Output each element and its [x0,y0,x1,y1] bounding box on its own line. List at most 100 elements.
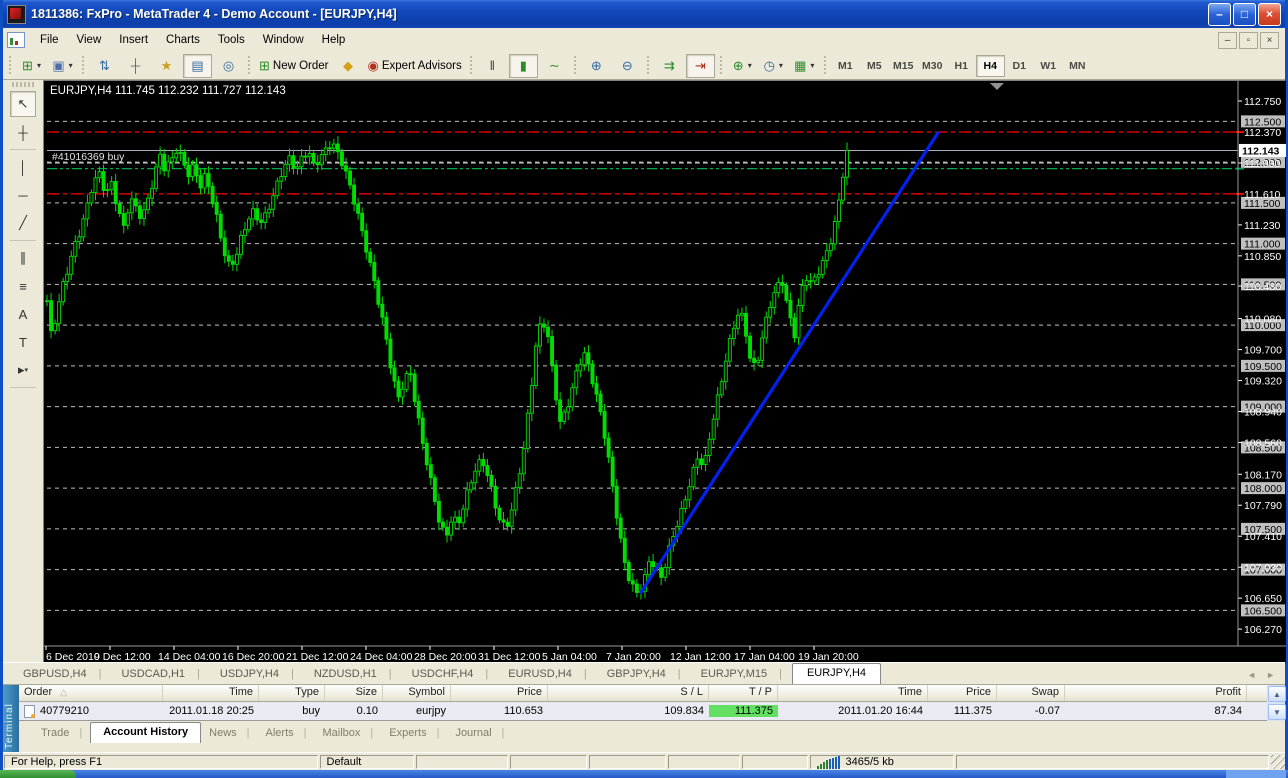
price-tick-label: 111.990 [1244,158,1281,170]
column-header-order[interactable]: Order△ [19,685,163,701]
column-header-price[interactable]: Price [928,685,997,701]
windows-taskbar[interactable] [0,770,1288,778]
timeframe-m1-button[interactable]: M1 [831,55,860,77]
scroll-up-icon[interactable]: ▲ [1268,686,1286,702]
menu-item-window[interactable]: Window [254,31,313,49]
tab-scroll-right-icon[interactable]: ► [1266,670,1275,680]
terminal-tab-alerts[interactable]: Alerts| [258,724,315,743]
column-header-size[interactable]: Size [325,685,383,701]
templates-button[interactable]: ▦▾ [790,54,819,78]
toolbar-grip [469,56,474,76]
timeframe-h4-button[interactable]: H4 [976,55,1005,77]
timeframe-m30-button[interactable]: M30 [918,55,947,77]
menu-item-insert[interactable]: Insert [110,31,157,49]
chart-tab-usdjpyh4[interactable]: USDJPY,H4| [210,665,304,684]
history-table-row[interactable]: 407792102011.01.18 20:25buy0.10eurjpy110… [19,702,1267,721]
profiles-button[interactable]: ▣▾ [48,54,77,78]
timeframe-d1-button[interactable]: D1 [1005,55,1034,77]
chart-tab-eurjpym15[interactable]: EURJPY,M15| [691,665,792,684]
column-header-tp[interactable]: T / P [709,685,778,701]
chart-tab-nzdusdh1[interactable]: NZDUSD,H1| [304,665,402,684]
crosshair-tool-button[interactable]: ┼ [10,119,36,145]
tab-separator: | [291,668,294,680]
tab-scroll-left-icon[interactable]: ◄ [1247,670,1256,680]
terminal-scrollbar[interactable]: ▲ ▼ [1267,685,1285,721]
market-watch-button[interactable]: ⇅ [90,54,119,78]
maximize-button[interactable]: □ [1233,3,1256,26]
data-window-button[interactable]: ┼ [121,54,150,78]
chart-tab-usdcadh1[interactable]: USDCAD,H1| [111,665,209,684]
ohlc-info: EURJPY,H4 111.745 112.232 111.727 112.14… [50,85,286,97]
chart-tab-usdchfh4[interactable]: USDCHF,H4| [402,665,499,684]
candlestick-chart-button[interactable]: ▮ [509,54,538,78]
column-header-time[interactable]: Time [163,685,259,701]
new-order-button[interactable]: ⊞New Order [256,54,332,78]
zoom-in-button[interactable]: ⊕ [582,54,611,78]
bar-chart-icon: ‖ [490,58,495,73]
minimize-button[interactable]: – [1208,3,1231,26]
timeframe-m5-button[interactable]: M5 [860,55,889,77]
periods-button[interactable]: ◷▾ [759,54,788,78]
menu-item-help[interactable]: Help [313,31,355,49]
text-tool-button[interactable]: A [10,301,36,327]
timeframe-mn-button[interactable]: MN [1063,55,1092,77]
metaeditor-button[interactable]: ◆ [334,54,363,78]
mdi-restore-button[interactable]: ▫ [1239,32,1258,49]
mdi-close-button[interactable]: × [1260,32,1279,49]
start-button[interactable] [0,770,76,778]
chart-tab-eurjpyh4[interactable]: EURJPY,H4 [792,663,881,684]
arrows-tool-button[interactable]: ▸▾ [10,357,36,383]
terminal-tab-account-history[interactable]: Account History [90,722,201,743]
terminal-toggle-button[interactable]: ▤ [183,54,212,78]
trendline-tool-button[interactable]: ╱ [10,210,36,236]
candlestick-chart[interactable]: 112.500112.000111.500111.000110.500110.0… [44,81,1286,663]
chart-shift-button[interactable]: ⇥ [686,54,715,78]
indicators-button[interactable]: ⊕▾ [728,54,757,78]
column-header-time[interactable]: Time [778,685,928,701]
new-chart-button[interactable]: ⊞▾ [17,54,46,78]
cursor-tool-button[interactable]: ↖ [10,91,36,117]
chart-tab-gbpjpyh4[interactable]: GBPJPY,H4| [597,665,691,684]
scroll-down-icon[interactable]: ▼ [1268,704,1286,720]
column-header-sl[interactable]: S / L [548,685,709,701]
column-header-profit[interactable]: Profit [1065,685,1247,701]
auto-scroll-button[interactable]: ⇉ [655,54,684,78]
mdi-minimize-button[interactable]: – [1218,32,1237,49]
terminal-tab-trade[interactable]: Trade| [33,724,90,743]
menu-item-file[interactable]: File [31,31,68,49]
connection-bar [826,760,828,769]
terminal-tab-experts[interactable]: Experts| [381,724,447,743]
strategy-tester-button[interactable]: ◎ [214,54,243,78]
terminal-tab-mailbox[interactable]: Mailbox| [315,724,382,743]
timeframe-w1-button[interactable]: W1 [1034,55,1063,77]
terminal-tab-news[interactable]: News| [201,724,257,743]
fibonacci-retracement-tool-button[interactable]: ≡ [10,273,36,299]
equidistant-channel-tool-button[interactable]: ∥ [10,245,36,271]
close-button[interactable]: × [1258,3,1281,26]
status-profile[interactable]: Default [320,755,414,769]
text-label-tool-button[interactable]: T [10,329,36,355]
menu-item-tools[interactable]: Tools [209,31,254,49]
horizontal-line-tool-button[interactable]: ─ [10,182,36,208]
price-tick-label: 107.030 [1244,562,1282,574]
tab-separator: | [247,727,250,739]
chart-tab-gbpusdh4[interactable]: GBPUSD,H4| [13,665,111,684]
expert-advisors-button[interactable]: ◉Expert Advisors [365,54,465,78]
column-header-type[interactable]: Type [259,685,325,701]
terminal-tab-journal[interactable]: Journal| [447,724,512,743]
chart-tab-eurusdh4[interactable]: EURUSD,H4| [498,665,596,684]
timeframe-m15-button[interactable]: M15 [889,55,918,77]
connection-bar [823,762,825,769]
terminal-tab-label: Account History [103,726,188,738]
bar-chart-button[interactable]: ‖ [478,54,507,78]
navigator-button[interactable]: ★ [152,54,181,78]
menu-item-view[interactable]: View [68,31,111,49]
timeframe-h1-button[interactable]: H1 [947,55,976,77]
column-header-swap[interactable]: Swap [997,685,1065,701]
column-header-price[interactable]: Price [451,685,548,701]
column-header-symbol[interactable]: Symbol [383,685,451,701]
vertical-line-tool-button[interactable]: │ [10,154,36,180]
line-chart-button[interactable]: ∼ [540,54,569,78]
zoom-out-button[interactable]: ⊖ [613,54,642,78]
menu-item-charts[interactable]: Charts [157,31,209,49]
